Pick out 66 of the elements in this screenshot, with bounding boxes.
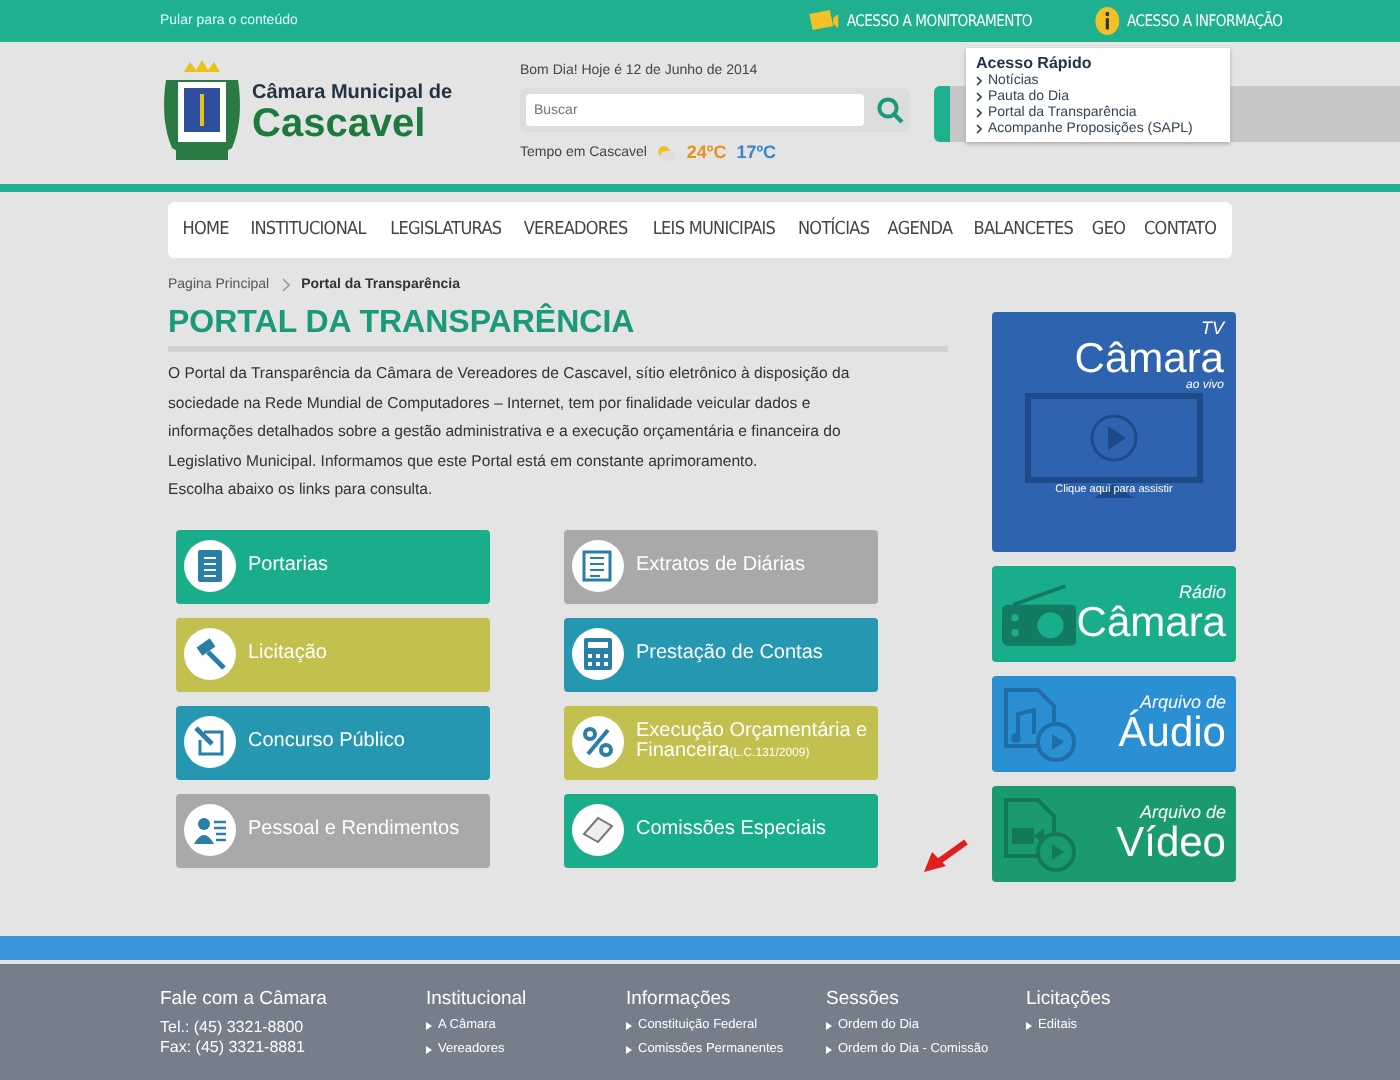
banner-small-text: Rádio [1178,584,1226,602]
person-list-icon [194,814,226,846]
page-title: PORTAL DA TRANSPARÊNCIA [168,306,637,342]
bullet-icon [626,1021,632,1029]
bullet-icon [826,1045,832,1053]
chevron-icon [281,278,290,292]
access-link[interactable]: ACESSO A MONITORAMENTO [804,6,1031,36]
access-link[interactable]: ACESSO A INFORMAÇÃO [1095,6,1284,36]
min-temperature: 17ºC [736,142,777,162]
banner-title: Vídeo [1116,822,1226,864]
newspaper-icon [582,550,614,582]
bullet-icon [826,1021,832,1029]
tv-play-icon [1024,392,1204,500]
banner-small-text: Arquivo de [1139,694,1226,712]
percent-icon [582,726,614,758]
bullet-icon [1026,1021,1032,1029]
link-tile[interactable]: Pessoal e Rendimentos [176,793,490,867]
quick-access-title: Acesso Rápido [976,54,1094,72]
media-banner[interactable]: Arquivo de Áudio [992,676,1236,772]
menu-item[interactable]: INSTITUCIONAL [249,220,365,240]
menu-item[interactable]: LEGISLATURAS [389,220,501,240]
menu-item[interactable]: VEREADORES [524,220,628,240]
bullet-icon [426,1045,432,1053]
document-icon [196,550,224,582]
camera-icon [804,7,839,35]
media-banner[interactable]: Rádio Câmara [992,566,1236,662]
gavel-icon [194,638,226,670]
logo-title: Cascavel [252,104,428,144]
bullet-icon [626,1045,632,1053]
banner-title: Câmara [1076,602,1226,644]
banner-title: Áudio [1118,712,1226,754]
edit-icon [194,726,226,758]
menu-item[interactable]: CONTATO [1143,220,1216,240]
link-tile[interactable]: Portarias [176,529,490,603]
link-tile[interactable]: Concurso Público [176,705,490,779]
menu-item[interactable]: BALANCETES [973,220,1074,240]
menu-item[interactable]: AGENDA [888,220,953,240]
footer-heading: Licitações [1026,988,1113,1010]
banner-title: Câmara [1074,338,1224,380]
menu-item[interactable]: GEO [1092,220,1126,240]
arrow-icon [922,835,970,875]
footer-heading: Institucional [426,988,529,1010]
video-file-icon [1002,796,1078,872]
max-temperature: 24ºC [686,142,727,162]
radio-icon [1002,580,1077,648]
link-tile[interactable]: Prestação de Contas [564,617,878,691]
audio-file-icon [1002,686,1078,762]
menu-item[interactable]: LEIS MUNICIPAIS [652,220,775,240]
info-icon [1095,6,1121,36]
weather-icon [656,143,677,161]
banner-small-text: TV [1200,320,1224,338]
footer-heading: Informações [626,988,733,1010]
contact-text: Fax: (45) 3321-8881 [160,1038,307,1056]
search-icon[interactable] [876,96,904,124]
menu-item[interactable]: HOME [182,220,229,240]
calculator-icon [584,638,612,670]
link-tile[interactable]: Extratos de Diárias [564,529,878,603]
menu-item[interactable]: NOTÍCIAS [797,220,869,240]
logo-subtitle: Câmara Municipal de [252,82,453,104]
link-tile[interactable]: Comissões Especiais [564,793,878,867]
banner-small-text: Arquivo de [1139,804,1226,822]
media-banner[interactable]: Arquivo de Vídeo [992,786,1236,882]
footer-heading: Fale com a Câmara [160,988,329,1010]
footer-heading: Sessões [826,988,901,1010]
bullet-icon [426,1021,432,1029]
contact-text: Tel.: (45) 3321-8800 [160,1018,306,1036]
